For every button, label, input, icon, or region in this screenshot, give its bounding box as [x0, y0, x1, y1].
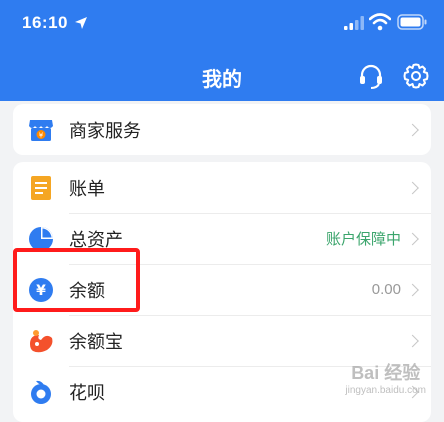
gear-icon[interactable]: [402, 62, 430, 90]
list-item-merchant-service[interactable]: ¥ 商家服务: [13, 104, 431, 155]
bill-icon: [31, 175, 51, 200]
status-time: 16:10: [22, 13, 68, 32]
balance-amount: 0.00: [371, 281, 401, 298]
chevron-right-icon: [406, 232, 419, 245]
app-header: 16:10 我的: [0, 0, 444, 101]
watermark-main: Bai 经验: [351, 363, 421, 383]
list-item-bill[interactable]: 账单: [13, 162, 431, 213]
list-item-label: 商家服务: [69, 120, 141, 142]
merchant-card: ¥ 商家服务: [13, 104, 431, 155]
wifi-icon: [369, 13, 391, 31]
account-protection-status: 账户保障中: [325, 230, 401, 248]
watermark-sub: jingyan.baidu.com: [345, 385, 426, 396]
highlight-box: [13, 248, 140, 312]
watermark: Bai 经验 jingyan.baidu.com: [345, 359, 426, 396]
chevron-right-icon: [406, 123, 419, 136]
chevron-right-icon: [406, 283, 419, 296]
svg-text:¥: ¥: [39, 131, 44, 139]
signal-icon: [344, 16, 364, 30]
yuebao-icon: [30, 329, 53, 352]
battery-icon: [397, 14, 427, 30]
huabei-icon: [31, 380, 51, 404]
location-arrow-icon: [75, 17, 87, 29]
chevron-right-icon: [406, 334, 419, 347]
list-item-label: 余额宝: [69, 331, 123, 353]
customer-service-icon[interactable]: [357, 62, 385, 90]
shop-icon: ¥: [29, 119, 53, 141]
list-item-label: 花呗: [69, 382, 105, 404]
chevron-right-icon: [406, 181, 419, 194]
list-item-label: 账单: [69, 178, 105, 200]
